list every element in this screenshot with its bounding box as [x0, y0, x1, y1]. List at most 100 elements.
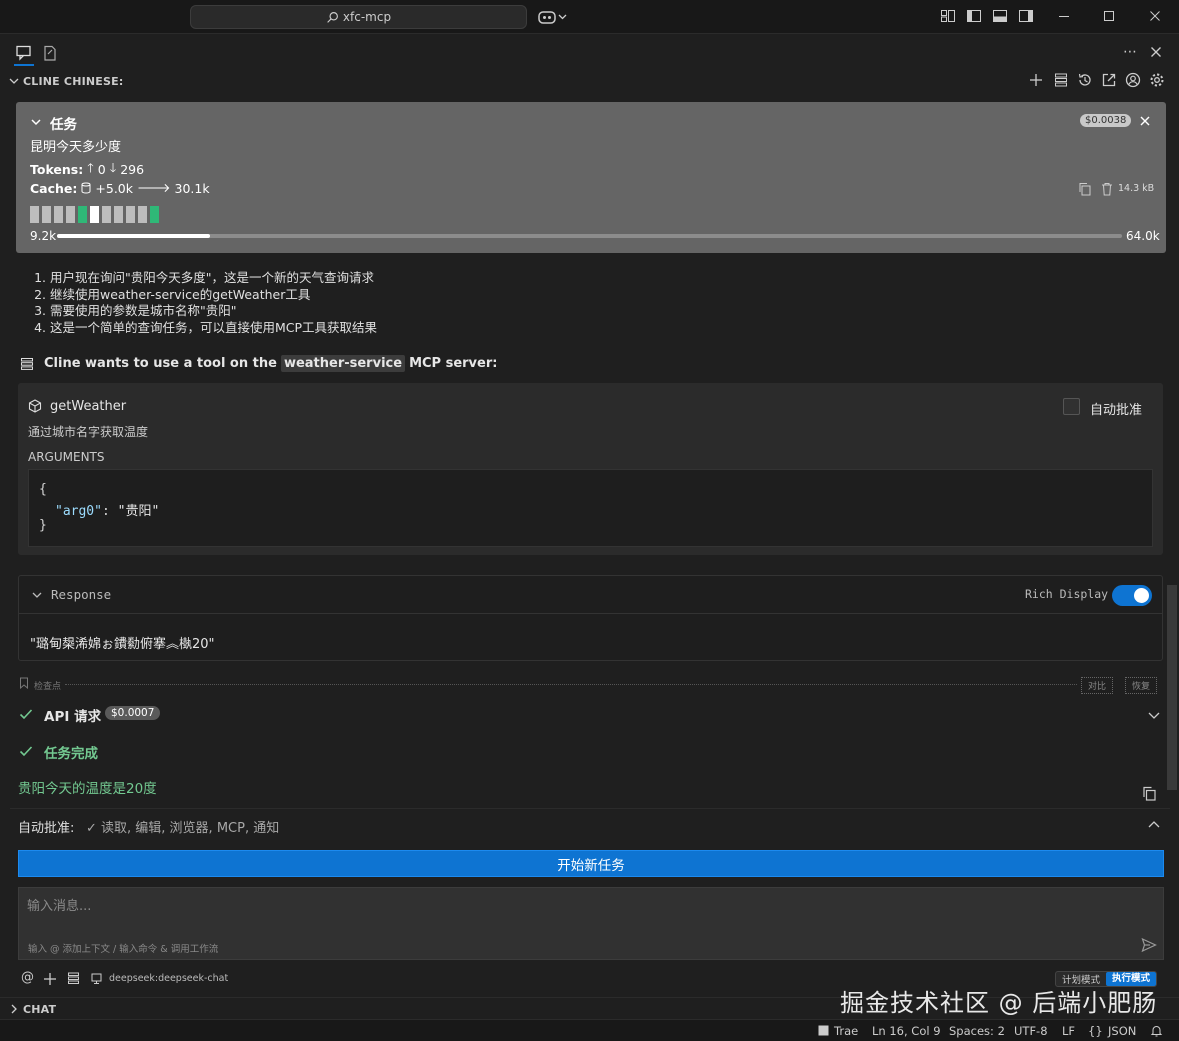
task-prompt: 昆明今天多少度	[30, 140, 122, 155]
more-actions-icon[interactable]: ⋯	[1123, 44, 1137, 60]
context-segment	[138, 206, 147, 223]
new-task-plus-icon[interactable]	[1028, 72, 1044, 88]
status-cursor-position[interactable]: Ln 16, Col 9	[872, 1024, 941, 1038]
rich-display-label: Rich Display	[1025, 587, 1109, 601]
collapse-up-chevron-icon[interactable]	[1147, 818, 1161, 832]
delete-task-icon[interactable]	[1101, 182, 1113, 196]
task-complete-label: 任务完成	[44, 746, 98, 762]
copy-result-icon[interactable]	[1142, 786, 1157, 801]
tool-request-prefix: Cline wants to use a tool on the	[44, 356, 277, 371]
cache-label: Cache:	[30, 180, 78, 196]
active-tab-indicator	[14, 64, 34, 66]
at-mention-icon[interactable]: @	[21, 970, 34, 985]
task-result-text: 贵阳今天的温度是20度	[18, 781, 157, 797]
status-language[interactable]: JSON	[1108, 1024, 1136, 1038]
command-center-label: xfc-mcp	[342, 10, 392, 24]
rich-display-toggle[interactable]	[1112, 585, 1152, 606]
history-icon[interactable]	[1077, 72, 1093, 88]
popout-icon[interactable]	[1101, 72, 1117, 88]
tool-request-header: Cline wants to use a tool on the weather…	[44, 355, 497, 372]
arg-key: "arg0"	[55, 504, 102, 519]
toggle-primary-sidebar-icon[interactable]	[966, 8, 984, 26]
context-segment	[30, 206, 39, 223]
add-context-plus-icon[interactable]	[43, 972, 57, 986]
args-open-brace: {	[39, 482, 47, 497]
bookmark-icon	[19, 677, 29, 689]
auto-approve-bar[interactable]: 自动批准: ✓ 读取, 编辑, 浏览器, MCP, 通知	[10, 808, 1170, 840]
auto-approve-checkbox[interactable]	[1063, 398, 1080, 415]
context-segment	[66, 206, 75, 223]
context-segment	[114, 206, 123, 223]
expand-chevron-icon[interactable]	[1147, 708, 1161, 722]
copilot-icon[interactable]	[538, 9, 568, 25]
start-new-task-button[interactable]: 开始新任务	[18, 850, 1164, 877]
model-icon	[90, 972, 103, 985]
toggle-panel-icon[interactable]	[992, 8, 1010, 26]
response-header[interactable]: Response Rich Display	[19, 576, 1162, 614]
chat-section-title[interactable]: CHAT	[23, 1003, 56, 1016]
tokens-row: Tokens: 🡑 0 🡓 296	[30, 159, 144, 180]
args-close-brace: }	[39, 518, 47, 533]
context-segment	[150, 206, 159, 223]
database-icon	[81, 182, 91, 194]
status-encoding[interactable]: UTF-8	[1014, 1024, 1048, 1038]
minimize-icon[interactable]	[1056, 8, 1074, 26]
task-size: 14.3 kB	[1118, 183, 1155, 194]
close-task-icon[interactable]	[1139, 115, 1151, 127]
send-icon[interactable]	[1141, 937, 1157, 953]
checkpoint-label: 检查点	[34, 682, 62, 692]
list-item: 继续使用weather-service的getWeather工具	[50, 287, 620, 304]
context-window-segments	[30, 206, 170, 223]
model-selector[interactable]: deepseek:deepseek-chat	[109, 973, 228, 984]
collapse-chevron-icon[interactable]	[8, 75, 20, 87]
account-icon[interactable]	[1125, 72, 1141, 88]
compare-button[interactable]: 对比	[1081, 677, 1114, 694]
status-eol[interactable]: LF	[1062, 1024, 1075, 1038]
response-label: Response	[51, 587, 112, 602]
message-input-box: 输入 @ 添加上下文 / 输入命令 & 调用工作流	[18, 887, 1164, 960]
scrollbar-thumb[interactable]	[1167, 585, 1177, 790]
auto-approve-bar-label: 自动批准:	[18, 821, 75, 836]
response-card: Response Rich Display "璐甸槼浠婂ぉ鐨勬俯搴︽槸20"	[18, 575, 1163, 661]
message-input[interactable]	[27, 896, 1127, 916]
task-collapse-chevron-icon[interactable]	[30, 116, 42, 128]
response-chevron-icon[interactable]	[31, 589, 43, 601]
chat-section-chevron-icon[interactable]	[8, 1003, 20, 1015]
notifications-bell-icon[interactable]	[1150, 1024, 1163, 1037]
tokens-down-value: 296	[120, 162, 145, 177]
arg-value: "贵阳"	[117, 504, 160, 519]
mcp-tools-icon[interactable]	[67, 972, 80, 985]
check-icon	[19, 707, 33, 721]
copy-task-icon[interactable]	[1078, 182, 1092, 196]
list-item: 需要使用的参数是城市名称"贵阳"	[50, 303, 620, 320]
list-item: 用户现在询问"贵阳今天多度"，这是一个新的天气查询请求	[50, 270, 620, 287]
trae-icon	[818, 1025, 829, 1036]
toggle-secondary-sidebar-icon[interactable]	[1018, 8, 1036, 26]
maximize-icon[interactable]	[1101, 8, 1119, 26]
command-center-search[interactable]: xfc-mcp	[190, 5, 527, 29]
list-item: 这是一个简单的查询任务，可以直接使用MCP工具获取结果	[50, 320, 620, 337]
customize-layout-icon[interactable]	[940, 8, 958, 26]
checkpoint-divider	[65, 684, 1077, 685]
task-label: 任务	[50, 117, 77, 133]
watermark: 掘金技术社区 @ 后端小肥肠	[840, 989, 1158, 1017]
restore-button[interactable]: 恢复	[1125, 677, 1158, 694]
tool-name: getWeather	[50, 399, 127, 414]
title-bar: xfc-mcp	[0, 0, 1179, 34]
status-app[interactable]: Trae	[834, 1024, 858, 1038]
status-indentation[interactable]: Spaces: 2	[949, 1024, 1005, 1038]
braces-icon: {}	[1088, 1024, 1103, 1038]
input-hint: 输入 @ 添加上下文 / 输入命令 & 调用工作流	[28, 944, 219, 955]
context-segment	[90, 206, 99, 223]
close-window-icon[interactable]	[1147, 8, 1165, 26]
task-cost-badge: $0.0038	[1080, 114, 1132, 127]
tool-description: 通过城市名字获取温度	[28, 425, 149, 439]
cache-read-value: 30.1k	[174, 180, 210, 196]
context-progress-fill	[57, 234, 211, 238]
chat-tab-icon[interactable]	[15, 44, 33, 62]
close-panel-icon[interactable]	[1149, 45, 1163, 59]
cache-row: Cache: +5.0k 🡒 30.1k	[30, 180, 210, 196]
mcp-servers-icon[interactable]	[1053, 72, 1069, 88]
settings-gear-icon[interactable]	[1149, 72, 1165, 88]
edit-file-tab-icon[interactable]	[42, 44, 58, 62]
